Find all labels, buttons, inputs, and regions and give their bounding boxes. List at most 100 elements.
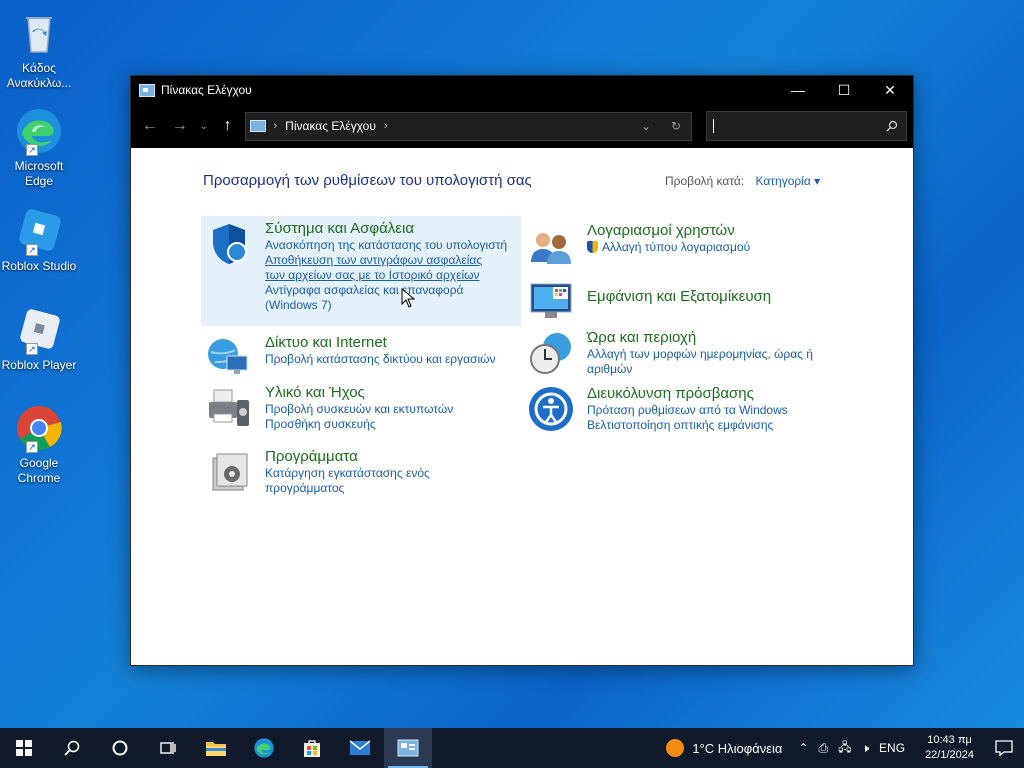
category-hardware-sound[interactable]: Υλικό και Ήχος Προβολή συσκευών και εκτυ… — [205, 384, 453, 432]
chevron-right-icon[interactable]: › — [274, 120, 278, 132]
folder-icon — [206, 742, 226, 756]
control-panel-window: Πίνακας Ελέγχου — ☐ ✕ ← → ⌄ ↑ › Πίνακας … — [130, 75, 914, 666]
mail-button[interactable] — [336, 728, 384, 768]
network-globe-icon — [205, 334, 253, 382]
category-appearance-personalization[interactable]: Εμφάνιση και Εξατομίκευση — [527, 278, 771, 326]
task-view-button[interactable] — [144, 728, 192, 768]
category-title[interactable]: Εμφάνιση και Εξατομίκευση — [587, 288, 771, 306]
text-caret — [713, 119, 715, 133]
minimize-button[interactable]: — — [775, 76, 821, 104]
clock[interactable]: 10:43 πμ 22/1/2024 — [925, 733, 974, 763]
desktop-icon-roblox-player[interactable]: ↗ Roblox Player — [0, 305, 78, 373]
control-panel-icon — [397, 739, 419, 757]
maximize-button[interactable]: ☐ — [821, 76, 867, 104]
address-bar[interactable]: › Πίνακας Ελέγχου › ⌄ ↻ — [244, 111, 693, 141]
programs-icon — [205, 448, 253, 496]
mail-icon — [349, 740, 371, 755]
notification-icon — [995, 740, 1013, 756]
category-title[interactable]: Προγράμματα — [265, 448, 455, 466]
category-link[interactable]: Αλλαγή τύπου λογαριασμού — [587, 240, 750, 255]
desktop-icon-label: Microsoft Edge — [14, 159, 64, 188]
view-by-label: Προβολή κατά: — [665, 174, 745, 188]
window-title: Πίνακας Ελέγχου — [161, 83, 252, 97]
view-by: Προβολή κατά: Κατηγορία ▾ — [665, 174, 820, 188]
category-title[interactable]: Υλικό και Ήχος — [265, 384, 453, 402]
edge-taskbar-button[interactable] — [240, 728, 288, 768]
page-heading: Προσαρμογή των ρυθμίσεων του υπολογιστή … — [203, 172, 532, 189]
start-button[interactable] — [0, 728, 48, 768]
back-arrow-icon[interactable]: ← — [137, 113, 163, 139]
title-bar: Πίνακας Ελέγχου — ☐ ✕ — [131, 76, 913, 104]
category-link[interactable]: Αποθήκευση των αντιγράφων ασφαλείας των … — [265, 253, 495, 283]
task-view-icon — [160, 742, 176, 754]
weather-widget[interactable]: 1°C Ηλιοφάνεια — [666, 739, 782, 757]
category-title[interactable]: Σύστημα και Ασφάλεια — [265, 220, 507, 238]
control-panel-icon — [249, 120, 266, 132]
recycle-bin-icon — [14, 8, 64, 58]
category-link[interactable]: Προβολή συσκευών και εκτυπωτών — [265, 402, 453, 417]
volume-muted-icon[interactable]: 🕨 — [861, 741, 869, 756]
network-icon[interactable]: 🖧 — [838, 738, 851, 759]
weather-text: 1°C Ηλιοφάνεια — [692, 740, 783, 756]
refresh-icon[interactable]: ↻ — [661, 119, 691, 133]
desktop-icon-label: Κάδος Ανακύκλω... — [6, 61, 72, 90]
category-title[interactable]: Δίκτυο και Internet — [265, 334, 496, 352]
view-by-dropdown[interactable]: Κατηγορία ▾ — [756, 174, 821, 188]
microsoft-store-icon — [304, 740, 320, 757]
clock-globe-icon — [527, 329, 575, 377]
mouse-cursor-icon — [401, 288, 415, 308]
forward-arrow-icon[interactable]: → — [167, 113, 193, 139]
roblox-studio-icon: ↗ — [14, 206, 64, 256]
category-link[interactable]: Προβολή κατάστασης δικτύου και εργασιών — [265, 352, 496, 367]
category-link[interactable]: Ανασκόπηση της κατάστασης του υπολογιστή — [265, 238, 507, 253]
category-user-accounts[interactable]: Λογαριασμοί χρηστών Αλλαγή τύπου λογαρια… — [527, 222, 750, 270]
category-link[interactable]: Πρόταση ρυθμίσεων από τα Windows — [587, 403, 788, 418]
desktop-icon-microsoft-edge[interactable]: ↗ Microsoft Edge — [0, 106, 78, 189]
chevron-right-icon[interactable]: › — [384, 120, 388, 132]
search-input[interactable] — [706, 111, 908, 141]
breadcrumb-control-panel[interactable]: Πίνακας Ελέγχου — [285, 119, 376, 133]
category-network-internet[interactable]: Δίκτυο και Internet Προβολή κατάστασης δ… — [205, 334, 496, 382]
search-icon[interactable] — [886, 120, 898, 132]
category-link[interactable]: Κατάργηση εγκατάστασης ενός προγράμματος — [265, 466, 455, 496]
category-link[interactable]: Αντίγραφα ασφαλείας και επαναφορά (Windo… — [265, 283, 485, 313]
category-system-security[interactable]: Σύστημα και Ασφάλεια Ανασκόπηση της κατά… — [201, 216, 521, 326]
windows-logo-icon — [16, 740, 32, 756]
up-arrow-icon[interactable]: ↑ — [215, 113, 241, 139]
desktop-icon-label: Google Chrome — [17, 456, 61, 485]
category-title[interactable]: Διευκόλυνση πρόσβασης — [587, 385, 788, 403]
microsoft-edge-icon: ↗ — [14, 106, 64, 156]
users-icon — [527, 222, 575, 270]
desktop-icon-label: Roblox Player — [1, 358, 77, 372]
navigation-bar: ← → ⌄ ↑ › Πίνακας Ελέγχου › ⌄ ↻ — [131, 104, 913, 148]
desktop-icon-recycle-bin[interactable]: Κάδος Ανακύκλω... — [0, 8, 78, 91]
desktop-icon-google-chrome[interactable]: ↗ Google Chrome — [0, 403, 78, 486]
taskbar: 1°C Ηλιοφάνεια ⌃ ⎙ 🖧 🕨 ENG 10:43 πμ 22/1… — [0, 728, 1024, 768]
category-title[interactable]: Ώρα και περιοχή — [587, 329, 827, 347]
desktop-icon-label: Roblox Studio — [1, 259, 77, 273]
printer-icon — [205, 384, 253, 432]
appearance-monitor-icon — [527, 278, 575, 326]
action-center-button[interactable] — [984, 740, 1024, 756]
file-explorer-button[interactable] — [192, 728, 240, 768]
category-link[interactable]: Βελτιστοποίηση οπτικής εμφάνισης — [587, 418, 788, 433]
category-programs[interactable]: Προγράμματα Κατάργηση εγκατάστασης ενός … — [205, 448, 455, 496]
meet-now-icon[interactable]: ⎙ — [818, 741, 828, 756]
category-clock-region[interactable]: Ώρα και περιοχή Αλλαγή των μορφών ημερομ… — [527, 329, 827, 377]
desktop-icon-roblox-studio[interactable]: ↗ Roblox Studio — [0, 206, 78, 274]
store-button[interactable] — [288, 728, 336, 768]
category-link[interactable]: Προσθήκη συσκευής — [265, 417, 453, 432]
chevron-up-icon[interactable]: ⌃ — [798, 741, 808, 755]
taskbar-search-button[interactable] — [48, 728, 96, 768]
google-chrome-icon: ↗ — [14, 403, 64, 453]
address-dropdown-icon[interactable]: ⌄ — [631, 119, 661, 133]
cortana-button[interactable] — [96, 728, 144, 768]
category-ease-of-access[interactable]: Διευκόλυνση πρόσβασης Πρόταση ρυθμίσεων … — [527, 385, 788, 433]
category-title[interactable]: Λογαριασμοί χρηστών — [587, 222, 750, 240]
language-indicator[interactable]: ENG — [879, 741, 905, 755]
control-panel-taskbar-button[interactable] — [384, 728, 432, 768]
close-button[interactable]: ✕ — [867, 76, 913, 104]
control-panel-content: Προσαρμογή των ρυθμίσεων του υπολογιστή … — [131, 148, 913, 666]
recent-locations-chevron-icon[interactable]: ⌄ — [197, 113, 211, 139]
category-link[interactable]: Αλλαγή των μορφών ημερομηνίας, ώρας ή αρ… — [587, 347, 827, 377]
